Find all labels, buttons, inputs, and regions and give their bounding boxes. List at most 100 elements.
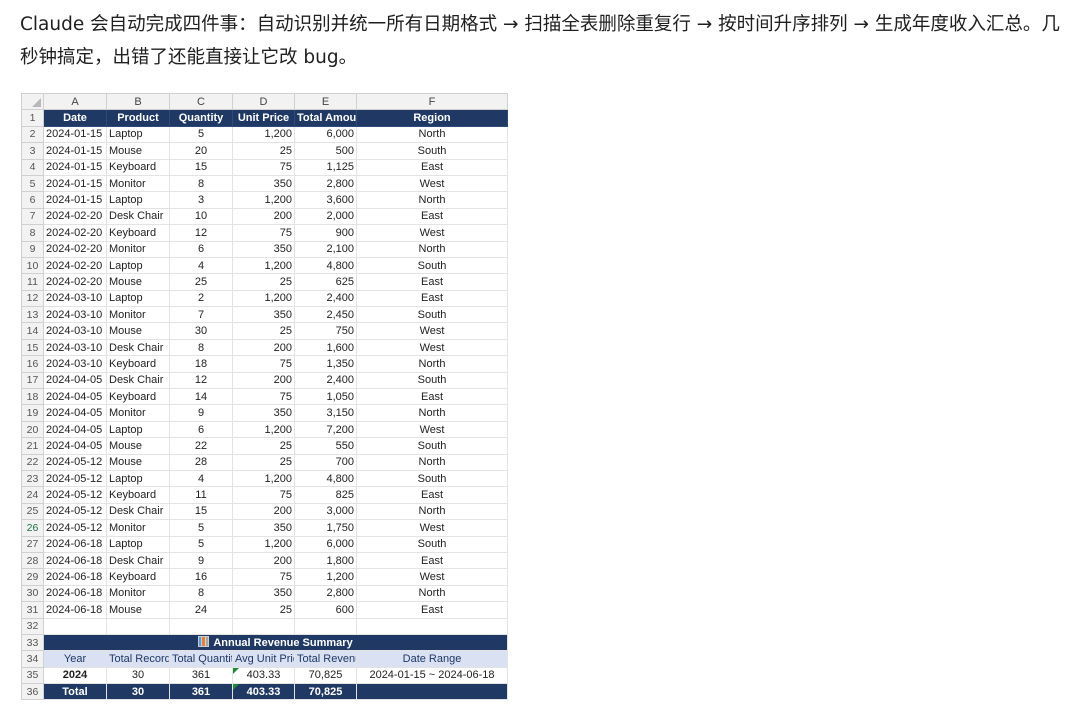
data-cell[interactable]: Laptop [106, 191, 170, 209]
data-cell[interactable]: 6,000 [294, 535, 357, 553]
empty-cell[interactable] [232, 617, 295, 635]
data-cell[interactable]: 1,200 [232, 125, 295, 144]
data-cell[interactable]: Desk Chair [106, 338, 170, 357]
data-cell[interactable]: 1,050 [294, 388, 357, 406]
data-cell[interactable]: Monitor [106, 306, 170, 324]
data-cell[interactable]: Mouse [106, 437, 170, 455]
data-cell[interactable]: Laptop [106, 256, 170, 275]
data-cell[interactable]: North [356, 502, 508, 521]
data-cell[interactable]: 200 [232, 371, 295, 390]
data-cell[interactable]: 2024-02-20 [43, 240, 107, 258]
data-cell[interactable]: 2024-05-12 [43, 519, 107, 537]
data-cell[interactable]: 1,600 [294, 338, 357, 357]
row-number[interactable]: 4 [21, 158, 44, 176]
data-cell[interactable]: West [356, 322, 508, 340]
data-cell[interactable]: 2024-02-20 [43, 207, 107, 226]
header-cell[interactable]: Unit Price [232, 109, 295, 127]
data-cell[interactable]: 7,200 [294, 420, 357, 439]
data-cell[interactable]: 2024-05-12 [43, 469, 107, 488]
data-cell[interactable]: West [356, 568, 508, 586]
data-cell[interactable]: East [356, 601, 508, 619]
data-cell[interactable]: 1,200 [232, 535, 295, 553]
data-cell[interactable]: Laptop [106, 535, 170, 553]
column-header-b[interactable]: B [106, 92, 170, 111]
data-cell[interactable]: Monitor [106, 174, 170, 193]
row-number[interactable]: 29 [21, 568, 44, 586]
data-cell[interactable]: Mouse [106, 453, 170, 471]
data-cell[interactable]: 2024-06-18 [43, 535, 107, 553]
data-cell[interactable]: East [356, 207, 508, 226]
data-cell[interactable]: Desk Chair [106, 207, 170, 226]
row-number[interactable]: 26 [21, 519, 44, 537]
header-cell[interactable]: Quantity [169, 109, 233, 127]
data-cell[interactable]: 1,200 [232, 256, 295, 275]
data-cell[interactable]: East [356, 486, 508, 504]
data-cell[interactable]: 25 [232, 142, 295, 160]
header-cell[interactable]: Date [43, 109, 107, 127]
data-cell[interactable]: Monitor [106, 404, 170, 422]
row-number[interactable]: 10 [21, 256, 44, 275]
data-cell[interactable]: North [356, 125, 508, 144]
data-cell[interactable]: 2024-02-20 [43, 224, 107, 242]
row-number[interactable]: 6 [21, 191, 44, 209]
data-cell[interactable]: 1,125 [294, 158, 357, 176]
data-cell[interactable]: 14 [169, 388, 233, 406]
data-cell[interactable]: 200 [232, 502, 295, 521]
select-all-corner[interactable] [21, 92, 44, 111]
row-number[interactable]: 7 [21, 207, 44, 226]
data-cell[interactable]: 1,200 [232, 420, 295, 439]
data-cell[interactable]: 350 [232, 306, 295, 324]
sheet-body[interactable]: A B C D E F 1 Date Product Quantity Unit Pri… [21, 92, 508, 701]
summary-cell[interactable]: 70,825 [294, 666, 357, 685]
data-cell[interactable]: South [356, 142, 508, 160]
data-cell[interactable]: 1,350 [294, 355, 357, 373]
data-cell[interactable]: 2024-05-12 [43, 486, 107, 504]
data-cell[interactable]: 15 [169, 158, 233, 176]
summary-header-cell[interactable]: Year [43, 650, 107, 668]
data-cell[interactable]: South [356, 256, 508, 275]
row-number[interactable]: 3 [21, 142, 44, 160]
data-cell[interactable]: 350 [232, 240, 295, 258]
data-cell[interactable]: 2024-04-05 [43, 371, 107, 390]
row-number[interactable]: 1 [21, 109, 44, 127]
data-cell[interactable]: Mouse [106, 601, 170, 619]
row-number[interactable]: 30 [21, 584, 44, 603]
data-cell[interactable]: East [356, 158, 508, 176]
data-cell[interactable]: 1,200 [232, 469, 295, 488]
data-cell[interactable]: Keyboard [106, 486, 170, 504]
data-cell[interactable]: North [356, 584, 508, 603]
empty-cell[interactable] [106, 617, 170, 635]
data-cell[interactable]: Desk Chair [106, 371, 170, 390]
data-cell[interactable]: 2024-03-10 [43, 306, 107, 324]
summary-cell[interactable]: 2024 [43, 666, 107, 685]
data-cell[interactable]: 3,600 [294, 191, 357, 209]
row-number[interactable]: 8 [21, 224, 44, 242]
data-cell[interactable]: Monitor [106, 240, 170, 258]
data-cell[interactable]: 6 [169, 420, 233, 439]
total-cell[interactable]: 361 [169, 683, 233, 701]
row-number[interactable]: 19 [21, 404, 44, 422]
data-cell[interactable]: East [356, 388, 508, 406]
data-cell[interactable]: East [356, 551, 508, 570]
total-cell[interactable]: 70,825 [294, 683, 357, 701]
data-cell[interactable]: 2,100 [294, 240, 357, 258]
data-cell[interactable]: 2,000 [294, 207, 357, 226]
data-cell[interactable]: South [356, 306, 508, 324]
data-cell[interactable]: 3,150 [294, 404, 357, 422]
data-cell[interactable]: 25 [169, 273, 233, 291]
data-cell[interactable]: 8 [169, 338, 233, 357]
data-cell[interactable]: Keyboard [106, 568, 170, 586]
row-number[interactable]: 28 [21, 551, 44, 570]
data-cell[interactable]: Desk Chair [106, 502, 170, 521]
data-cell[interactable]: 30 [169, 322, 233, 340]
data-cell[interactable]: 4 [169, 256, 233, 275]
data-cell[interactable]: 25 [232, 437, 295, 455]
data-cell[interactable]: 25 [232, 601, 295, 619]
row-number[interactable]: 20 [21, 420, 44, 439]
data-cell[interactable]: Monitor [106, 519, 170, 537]
data-cell[interactable]: 2024-06-18 [43, 551, 107, 570]
data-cell[interactable]: West [356, 519, 508, 537]
data-cell[interactable]: Laptop [106, 125, 170, 144]
data-cell[interactable]: 2,800 [294, 584, 357, 603]
data-cell[interactable]: 2024-01-15 [43, 142, 107, 160]
